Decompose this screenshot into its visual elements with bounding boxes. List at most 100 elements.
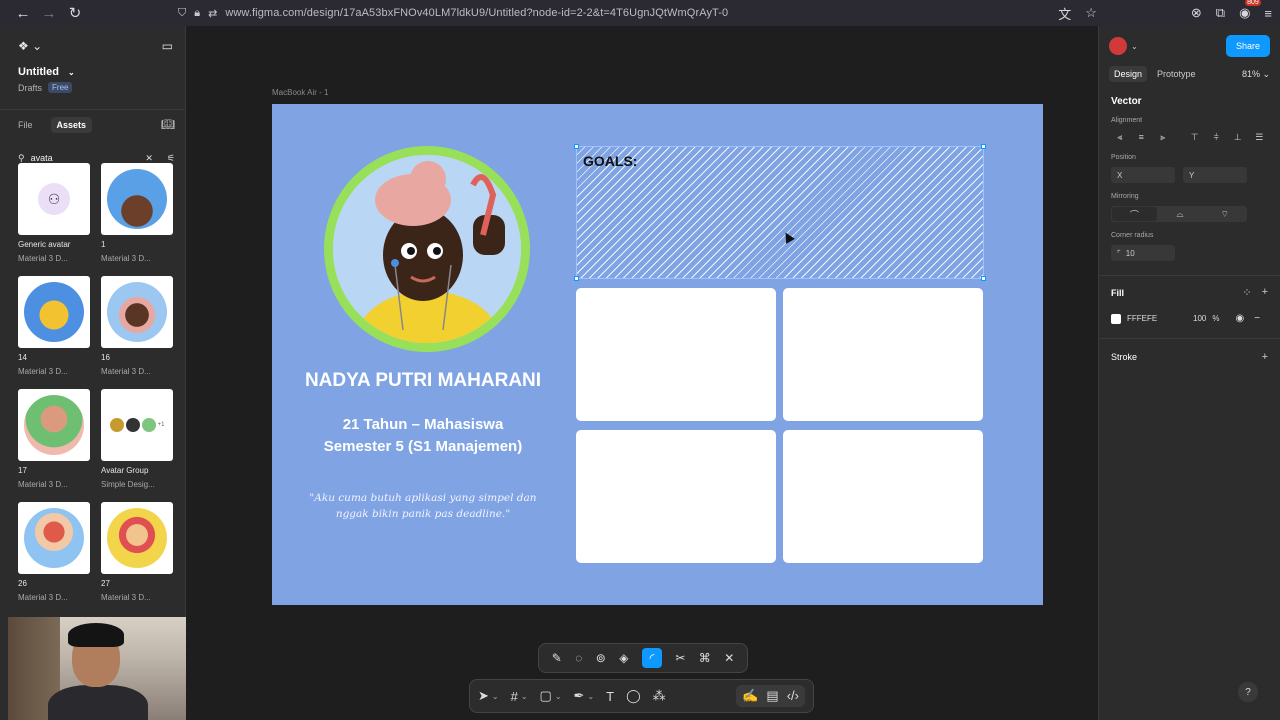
profile-avatar-ring[interactable]	[324, 146, 530, 352]
fill-opacity-input[interactable]: 100	[1193, 314, 1206, 323]
shape-builder-icon[interactable]: ⊚	[596, 651, 606, 665]
fill-item[interactable]: FFFEFE 100 % ◉ −	[1111, 313, 1268, 324]
resize-handle[interactable]	[574, 276, 579, 281]
chevron-down-icon[interactable]: ⌄	[587, 692, 594, 701]
asset-item[interactable]: 27 Material 3 D...	[101, 502, 173, 602]
library-book-icon[interactable]: 📖︎	[161, 118, 175, 131]
extension-badge-icon[interactable]: ◉ 809	[1239, 0, 1261, 21]
align-left-icon[interactable]: ⫷	[1111, 130, 1129, 144]
back-icon[interactable]: ←	[10, 0, 36, 26]
frame-tool[interactable]: # ⌄	[511, 689, 528, 704]
white-card[interactable]	[576, 288, 776, 421]
y-position-input[interactable]: Y	[1183, 167, 1247, 183]
profile-avatar[interactable]	[333, 155, 521, 343]
comment-icon[interactable]: ◯	[626, 688, 641, 704]
resize-handle[interactable]	[981, 276, 986, 281]
distribute-icon[interactable]: ☰	[1250, 130, 1268, 144]
tab-assets[interactable]: Assets	[50, 116, 93, 133]
bend-tool-icon[interactable]: ✎	[552, 651, 562, 665]
white-card[interactable]	[783, 288, 983, 421]
forward-icon[interactable]: →	[36, 0, 62, 26]
reload-icon[interactable]: ↻	[62, 0, 88, 26]
align-top-icon[interactable]: ⊤	[1186, 130, 1204, 144]
mirror-angle-length-icon[interactable]: ⌔	[1202, 206, 1247, 222]
add-stroke-icon[interactable]: +	[1262, 351, 1268, 363]
persona-quote[interactable]: "Aku cuma butuh aplikasi yang simpel dan…	[302, 490, 544, 522]
design-mode-icon[interactable]: ▤	[766, 688, 778, 704]
help-button[interactable]: ?	[1238, 682, 1258, 702]
fill-swatch[interactable]	[1111, 313, 1121, 324]
bookmark-star-icon[interactable]: ☆	[1085, 5, 1097, 21]
paint-bucket-icon[interactable]: ◈	[619, 651, 628, 665]
tab-prototype[interactable]: Prototype	[1157, 69, 1196, 79]
asset-item[interactable]: 26 Material 3 D...	[18, 502, 90, 602]
project-location[interactable]: Drafts	[18, 83, 42, 93]
eye-icon[interactable]: ◉	[1235, 313, 1244, 324]
asset-item[interactable]: 17 Material 3 D...	[18, 389, 90, 489]
resize-handle[interactable]	[981, 144, 986, 149]
extensions-icon[interactable]: ⧉	[1216, 5, 1225, 21]
permissions-icon[interactable]: ⇄	[208, 7, 217, 20]
add-fill-icon[interactable]: +	[1262, 286, 1268, 299]
cut-icon[interactable]: ✂	[675, 651, 685, 665]
frame-label[interactable]: MacBook Air - 1	[272, 88, 328, 97]
text-tool-icon[interactable]: T	[606, 689, 614, 704]
remove-point-icon[interactable]: ⌘	[699, 651, 711, 665]
tab-design[interactable]: Design	[1109, 66, 1148, 82]
url-text[interactable]: www.figma.com/design/17aA53bxFNOv40LM7ld…	[225, 7, 728, 19]
corner-radius-input[interactable]: ⌜ 10	[1111, 245, 1175, 261]
dev-mode-icon[interactable]: ‹/›	[787, 688, 799, 704]
actions-icon[interactable]: ⁂	[653, 688, 666, 704]
translate-icon[interactable]: 文	[1058, 4, 1071, 23]
asset-item[interactable]: 1 Material 3 D...	[101, 163, 173, 263]
filter-icon[interactable]: ⚟	[167, 153, 175, 164]
close-circle-icon[interactable]: ⊗	[1191, 5, 1202, 21]
toggle-sidebar-icon[interactable]: ▭	[162, 39, 173, 53]
style-grid-icon[interactable]: ⁘	[1242, 286, 1251, 299]
asset-item[interactable]: 16 Material 3 D...	[101, 276, 173, 376]
white-card[interactable]	[783, 430, 983, 563]
menu-icon[interactable]: ≡	[1264, 6, 1272, 21]
x-position-input[interactable]: X	[1111, 167, 1175, 183]
white-card[interactable]	[576, 430, 776, 563]
asset-item[interactable]: 14 Material 3 D...	[18, 276, 90, 376]
mirror-angle-icon[interactable]: ⌓	[1158, 206, 1203, 222]
clear-icon[interactable]: ✕	[145, 153, 153, 164]
persona-name[interactable]: NADYA PUTRI MAHARANI	[272, 370, 574, 392]
persona-info[interactable]: 21 Tahun – Mahasiswa Semester 5 (S1 Mana…	[272, 414, 574, 458]
share-button[interactable]: Share	[1225, 35, 1270, 57]
lasso-icon[interactable]: ◌	[575, 651, 582, 665]
pen-tool[interactable]: ✒ ⌄	[574, 688, 595, 704]
move-tool[interactable]: ➤ ⌄	[478, 688, 499, 704]
draw-mode-icon[interactable]: ✍	[742, 688, 758, 704]
project-title[interactable]: Untitled ⌄	[0, 66, 185, 78]
curve-tool-icon[interactable]: ◜	[641, 648, 662, 668]
frame-macbook-air[interactable]: NADYA PUTRI MAHARANI 21 Tahun – Mahasisw…	[272, 104, 1043, 605]
address-bar[interactable]: ⛉ 🔒︎ ⇄ www.figma.com/design/17aA53bxFNOv…	[178, 2, 1078, 24]
remove-fill-icon[interactable]: −	[1254, 313, 1260, 324]
align-center-h-icon[interactable]: ≡	[1133, 130, 1151, 144]
chevron-down-icon[interactable]: ⌄	[492, 692, 499, 701]
search-input[interactable]: avata	[31, 153, 140, 163]
shape-tool[interactable]: ▢ ⌄	[540, 688, 562, 704]
align-center-v-icon[interactable]: ⫩	[1207, 130, 1225, 144]
goals-vector-selected[interactable]: GOALS:	[574, 144, 986, 281]
mirror-none-icon[interactable]: ⌒	[1112, 207, 1157, 221]
align-bottom-icon[interactable]: ⊥	[1229, 130, 1247, 144]
asset-item[interactable]: +1 Avatar Group Simple Desig...	[101, 389, 173, 489]
user-avatar[interactable]	[1109, 37, 1127, 55]
align-right-icon[interactable]: ⫸	[1154, 130, 1172, 144]
chevron-down-icon[interactable]: ⌄	[1131, 42, 1138, 51]
resize-handle[interactable]	[574, 144, 579, 149]
tab-file[interactable]: File	[18, 120, 33, 130]
zoom-level[interactable]: 81% ⌄	[1242, 69, 1270, 80]
chevron-down-icon[interactable]: ⌄	[521, 692, 528, 701]
fill-hex-input[interactable]: FFFEFE	[1127, 314, 1187, 323]
chevron-down-icon[interactable]: ⌄	[555, 692, 562, 701]
goals-label[interactable]: GOALS:	[583, 153, 637, 169]
close-icon[interactable]: ✕	[724, 651, 734, 665]
design-canvas[interactable]: MacBook Air - 1 NADYA PUTRI MAHARANI 21 …	[187, 26, 1098, 720]
asset-item[interactable]: ⚇ Generic avatar Material 3 D...	[18, 163, 90, 263]
figma-menu-icon[interactable]: ❖ ⌄	[18, 39, 42, 53]
chevron-down-icon[interactable]: ⌄	[68, 68, 75, 77]
